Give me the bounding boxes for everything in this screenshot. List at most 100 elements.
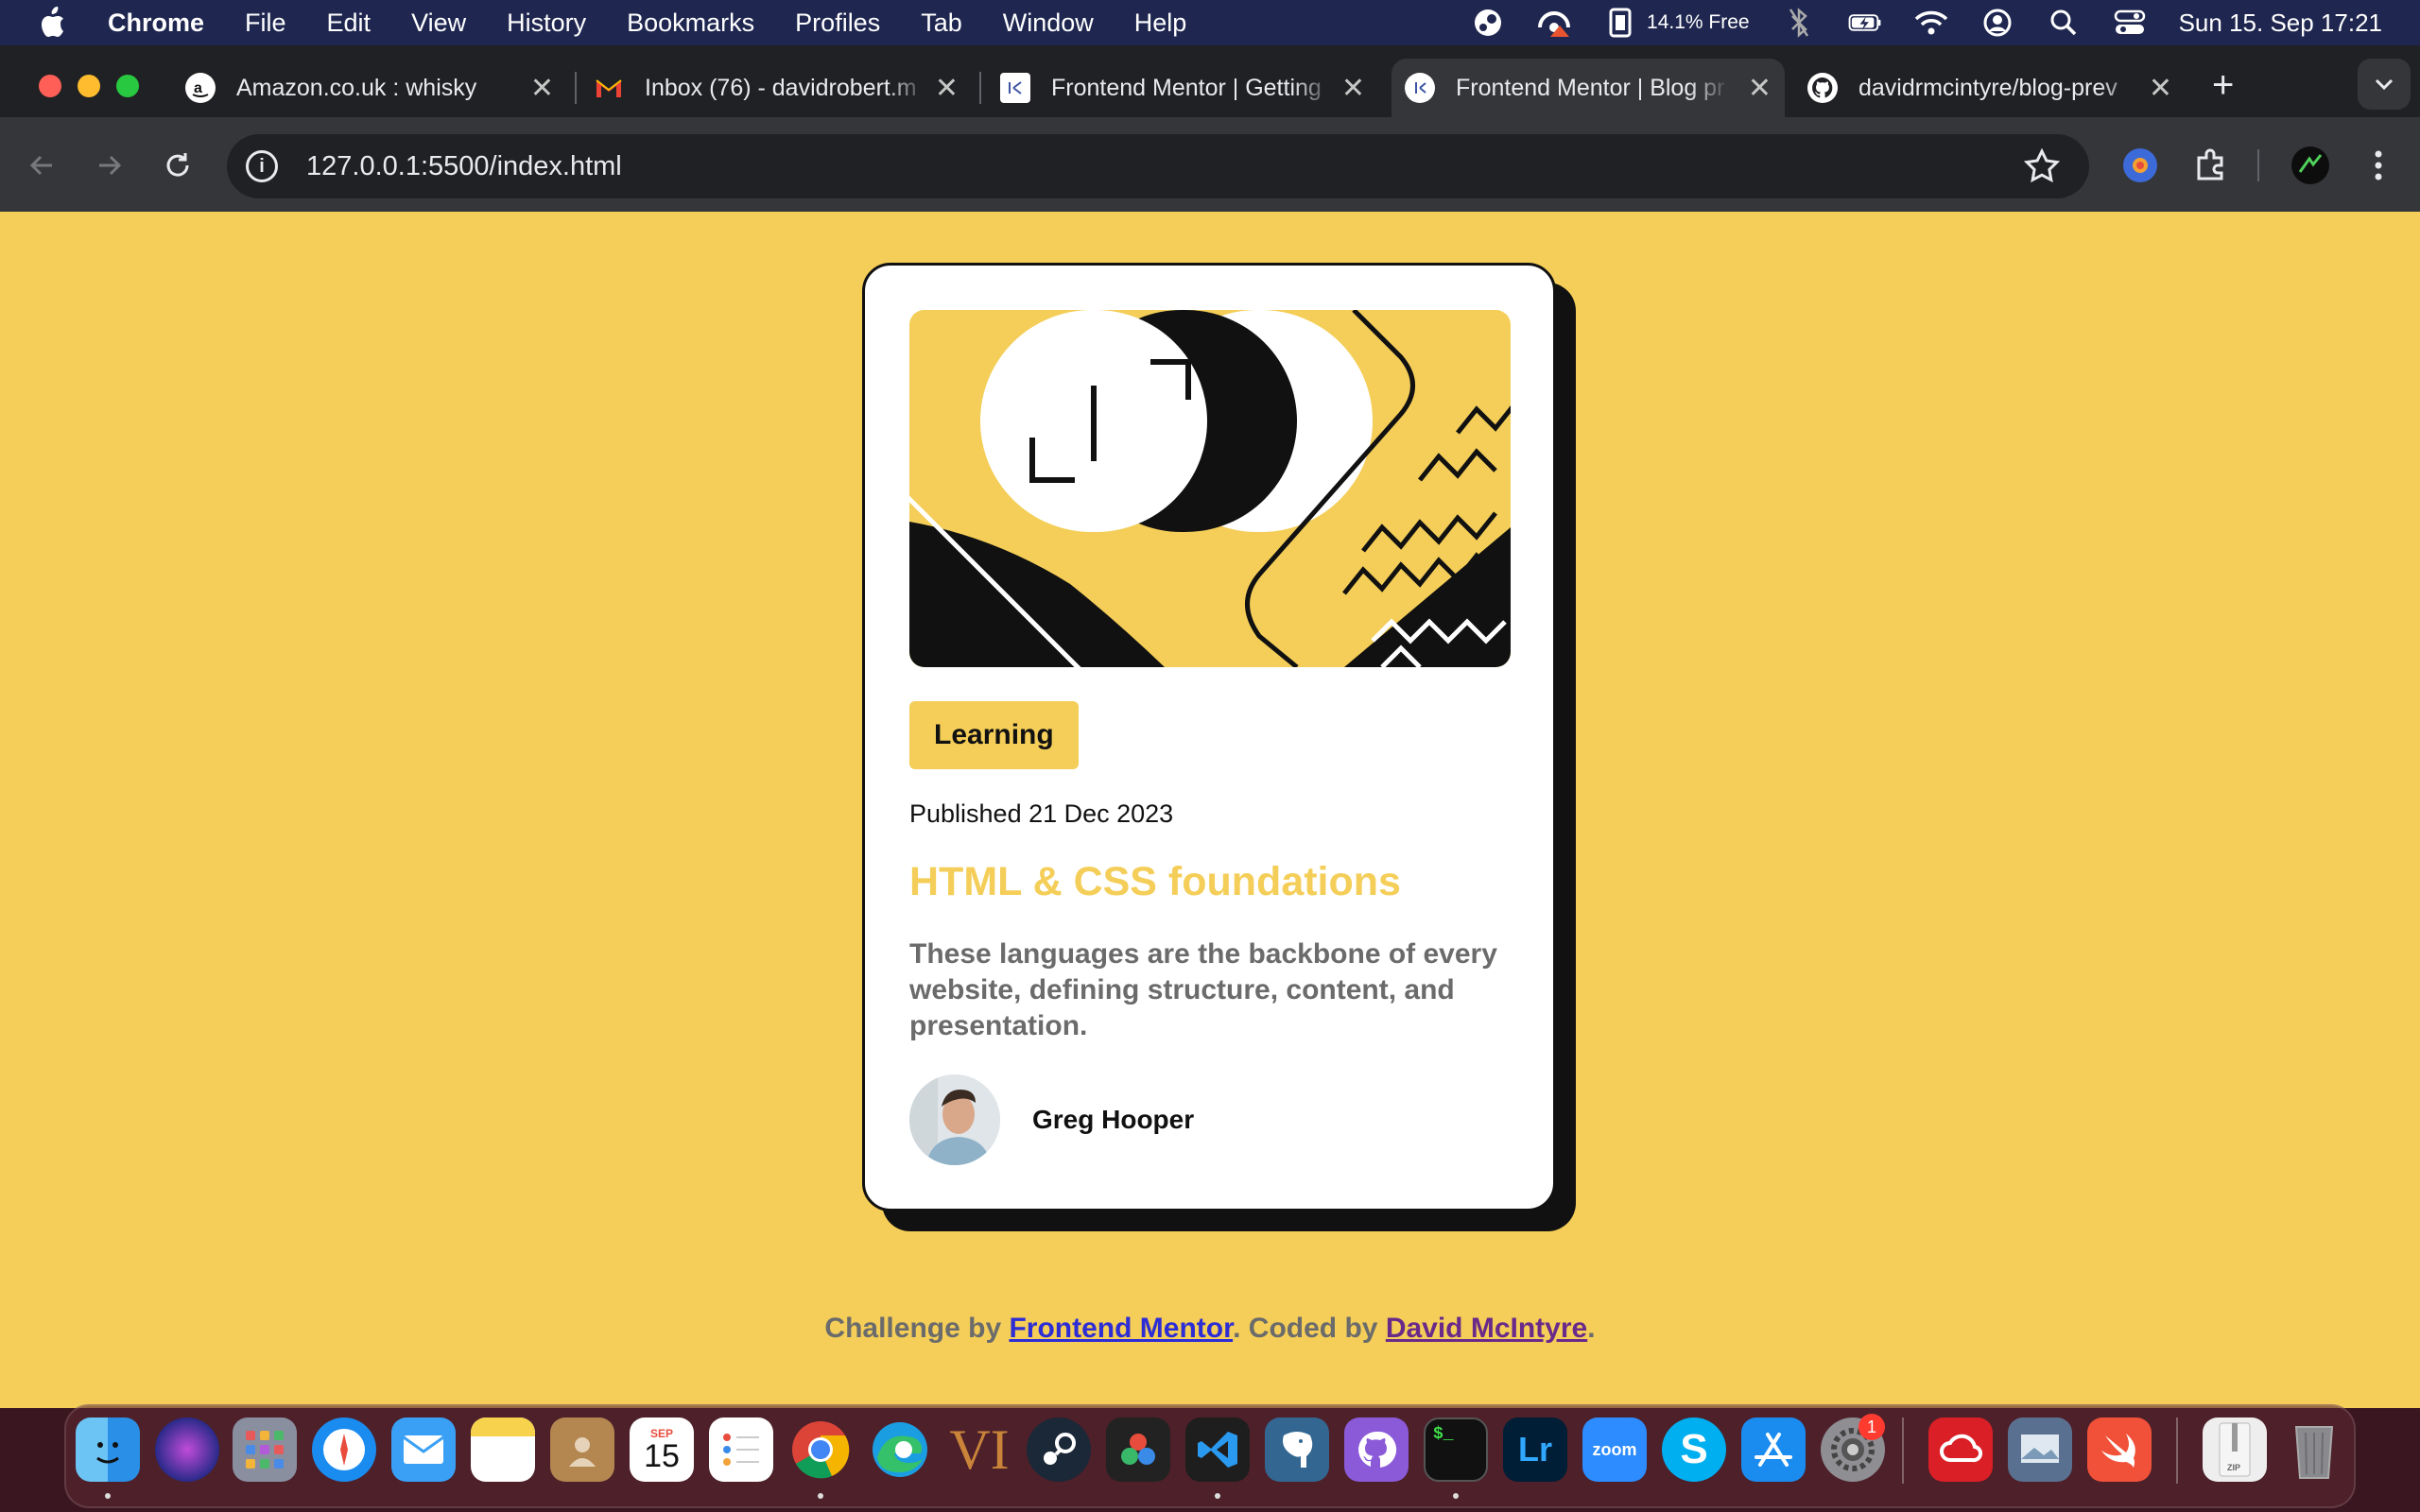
toolbar-divider [2257, 149, 2259, 181]
menu-tab[interactable]: Tab [921, 9, 962, 38]
creative-cloud-icon[interactable] [1928, 1418, 1993, 1482]
contacts-icon[interactable] [550, 1418, 614, 1482]
window-minimize-button[interactable] [78, 75, 100, 97]
tab-frontend-mentor-getting-started[interactable]: Frontend Mentor | Getting ✕ [1000, 59, 1365, 117]
github-desktop-icon[interactable] [1344, 1418, 1409, 1482]
memory-status-icon[interactable] [1603, 8, 1637, 38]
tab-close-icon[interactable]: ✕ [1341, 72, 1365, 105]
window-close-button[interactable] [39, 75, 61, 97]
address-url[interactable]: 127.0.0.1:5500/index.html [306, 151, 622, 182]
menu-app-chrome[interactable]: Chrome [108, 9, 204, 38]
extensions-puzzle-icon[interactable] [2189, 145, 2231, 186]
extension-icon[interactable] [2119, 145, 2161, 186]
svg-text:ZIP: ZIP [2227, 1463, 2240, 1472]
finder-icon[interactable] [76, 1418, 140, 1482]
window-zoom-button[interactable] [116, 75, 139, 97]
calendar-icon[interactable]: SEP 15 [630, 1418, 694, 1482]
vim-icon[interactable]: VI [947, 1418, 1011, 1482]
new-tab-button[interactable]: + [2212, 64, 2234, 107]
edge-icon[interactable] [868, 1418, 932, 1482]
postgres-icon[interactable] [1265, 1418, 1329, 1482]
apple-menu-icon[interactable] [38, 7, 72, 39]
tab-frontend-mentor-blog-preview[interactable]: Frontend Mentor | Blog pr ✕ [1392, 59, 1785, 117]
tab-close-icon[interactable]: ✕ [530, 72, 554, 105]
attribution: Challenge by Frontend Mentor. Coded by D… [0, 1313, 2420, 1345]
menu-history[interactable]: History [507, 9, 586, 38]
spotlight-search-icon[interactable] [2047, 8, 2081, 38]
back-button[interactable] [23, 146, 60, 184]
attribution-suffix: . [1587, 1313, 1596, 1344]
attribution-middle: . Coded by [1233, 1313, 1386, 1344]
tab-separator [575, 72, 577, 104]
github-icon [1807, 73, 1838, 103]
terminal-icon[interactable]: $_ [1424, 1418, 1488, 1482]
frontend-mentor-icon [1405, 73, 1435, 103]
profile-avatar[interactable] [2290, 145, 2331, 186]
menu-help[interactable]: Help [1134, 9, 1187, 38]
tab-close-icon[interactable]: ✕ [935, 72, 959, 105]
article-title[interactable]: HTML & CSS foundations [909, 859, 1401, 905]
menu-file[interactable]: File [245, 9, 286, 38]
preview-icon[interactable] [2008, 1418, 2072, 1482]
bookmark-star-icon[interactable] [2023, 147, 2061, 185]
running-indicator [105, 1493, 111, 1499]
tab-separator [979, 72, 981, 104]
menu-profiles[interactable]: Profiles [795, 9, 880, 38]
vpn-status-icon[interactable] [1537, 8, 1571, 38]
forward-button[interactable] [91, 146, 129, 184]
trash-icon[interactable] [2282, 1418, 2346, 1482]
address-bar[interactable]: i 127.0.0.1:5500/index.html [227, 134, 2089, 198]
memory-free-text: 14.1% Free [1647, 11, 1750, 33]
app-store-icon[interactable] [1741, 1418, 1806, 1482]
author-link[interactable]: David McIntyre [1386, 1313, 1587, 1344]
frontend-mentor-link[interactable]: Frontend Mentor [1009, 1313, 1233, 1344]
steam-icon[interactable] [1027, 1418, 1091, 1482]
tab-amazon[interactable]: a Amazon.co.uk : whisky ✕ [185, 59, 554, 117]
archive-file-icon[interactable]: ZIP [2203, 1418, 2267, 1482]
tab-github-repo[interactable]: davidrmcintyre/blog-prev ✕ [1807, 59, 2172, 117]
reload-button[interactable] [159, 146, 197, 184]
author-avatar [909, 1074, 1000, 1165]
reminders-icon[interactable] [709, 1418, 773, 1482]
amazon-icon: a [185, 73, 216, 103]
arrow-right-icon [99, 155, 122, 176]
user-account-icon[interactable] [1980, 8, 2014, 38]
running-indicator [1453, 1493, 1459, 1499]
siri-icon[interactable] [155, 1418, 219, 1482]
steam-status-icon[interactable] [1471, 8, 1505, 38]
mail-icon[interactable] [391, 1418, 456, 1482]
arrow-left-icon [29, 155, 52, 176]
dock-divider [1902, 1418, 1904, 1484]
skype-icon[interactable]: S [1662, 1418, 1726, 1482]
bluetooth-off-icon[interactable] [1782, 8, 1816, 38]
menubar-clock[interactable]: Sun 15. Sep 17:21 [2179, 9, 2382, 38]
gmail-icon [594, 73, 624, 103]
control-center-icon[interactable] [2113, 8, 2147, 38]
tab-gmail[interactable]: Inbox (76) - davidrobert.m ✕ [594, 59, 959, 117]
settings-notification-badge: 1 [1858, 1414, 1885, 1440]
tab-close-icon[interactable]: ✕ [2149, 72, 2172, 105]
davinci-resolve-icon[interactable] [1106, 1418, 1170, 1482]
swift-playgrounds-icon[interactable] [2087, 1418, 2152, 1482]
chrome-icon[interactable] [788, 1418, 853, 1482]
vscode-icon[interactable] [1185, 1418, 1250, 1482]
menu-edit[interactable]: Edit [327, 9, 372, 38]
menu-window[interactable]: Window [1003, 9, 1094, 38]
tab-search-button[interactable] [2358, 59, 2411, 110]
menu-bookmarks[interactable]: Bookmarks [627, 9, 754, 38]
safari-icon[interactable] [312, 1418, 376, 1482]
wifi-icon[interactable] [1914, 8, 1948, 38]
launchpad-icon[interactable] [233, 1418, 297, 1482]
zoom-icon[interactable]: zoom [1582, 1418, 1647, 1482]
tab-title: Inbox (76) - davidrobert.m [645, 74, 917, 101]
lightroom-icon[interactable]: Lr [1503, 1418, 1567, 1482]
card-illustration [909, 310, 1511, 667]
tab-close-icon[interactable]: ✕ [1748, 72, 1772, 105]
notes-icon[interactable] [471, 1418, 535, 1482]
site-info-icon[interactable]: i [246, 150, 278, 182]
chevron-down-icon [2375, 78, 2394, 91]
published-date: Published 21 Dec 2023 [909, 799, 1174, 828]
chrome-menu-icon[interactable] [2358, 145, 2399, 186]
menu-view[interactable]: View [411, 9, 466, 38]
battery-icon[interactable] [1848, 8, 1882, 38]
